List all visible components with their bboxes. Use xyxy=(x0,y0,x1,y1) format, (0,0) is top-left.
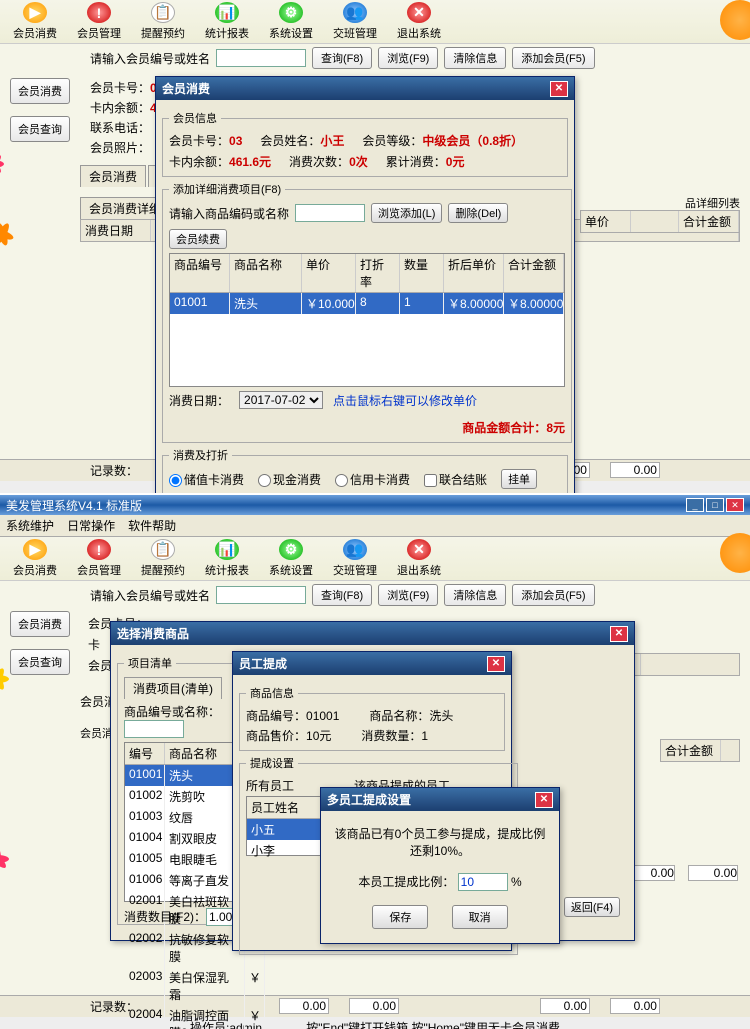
browse-button[interactable]: 浏览(F9) xyxy=(378,47,438,69)
gear-icon: ⚙ xyxy=(279,539,303,560)
pay-opt-cash[interactable]: 现金消费 xyxy=(258,471,321,488)
minimize-icon[interactable]: _ xyxy=(686,498,704,512)
chart-icon: 📊 xyxy=(215,539,239,560)
modal1-close-icon[interactable]: ✕ xyxy=(550,81,568,97)
prod-search-input[interactable] xyxy=(124,720,184,738)
main-toolbar2: ▶会员消费 !会员管理 📋提醒预约 📊统计报表 ⚙系统设置 👥交班管理 ✕退出系… xyxy=(0,537,750,581)
side-tab-query[interactable]: 会员查询 xyxy=(10,116,70,142)
side-tab-consume2[interactable]: 会员消费 xyxy=(10,611,70,637)
ratio-input[interactable] xyxy=(458,873,508,891)
hint-text: 点击鼠标右键可以修改单价 xyxy=(333,392,477,409)
date-select[interactable]: 2017-07-02 xyxy=(239,391,323,409)
add-legend: 添加详细消费项目(F8) xyxy=(169,181,285,197)
return-button[interactable]: 返回(F4) xyxy=(564,897,620,917)
clear-button2[interactable]: 清除信息 xyxy=(444,584,506,606)
member-legend: 会员信息 xyxy=(169,110,221,126)
prod-tab1[interactable]: 消费项目(清单) xyxy=(124,677,222,699)
window-close-icon[interactable]: ✕ xyxy=(726,498,744,512)
tb-member[interactable]: !会员管理 xyxy=(74,2,124,41)
tb2-member[interactable]: !会员管理 xyxy=(74,539,124,578)
renew-button[interactable]: 会员续费 xyxy=(169,229,227,249)
maximize-icon[interactable]: □ xyxy=(706,498,724,512)
right-grid-label: 品详细列表 xyxy=(685,195,740,211)
query-button[interactable]: 查询(F8) xyxy=(312,47,372,69)
tb2-remind[interactable]: 📋提醒预约 xyxy=(138,539,188,578)
add-item-input[interactable] xyxy=(295,204,365,222)
alert-icon: ! xyxy=(87,2,111,23)
note-icon: 📋 xyxy=(151,539,175,560)
users-icon: 👥 xyxy=(343,539,367,560)
search-input2[interactable] xyxy=(216,586,306,604)
cancel-button[interactable]: 取消 xyxy=(452,905,508,929)
add-item-label: 请输入商品编码或名称 xyxy=(169,205,289,222)
note-icon: 📋 xyxy=(151,2,175,23)
browse-add-button[interactable]: 浏览添加(L) xyxy=(371,203,442,223)
pay-legend: 消费及打折 xyxy=(169,447,232,463)
col-date: 消费日期 xyxy=(81,220,151,241)
pay-opt-card[interactable]: 储值卡消费 xyxy=(169,471,244,488)
tb2-exit[interactable]: ✕退出系统 xyxy=(394,539,444,578)
play-icon: ▶ xyxy=(23,539,47,560)
col-total: 合计金额 xyxy=(679,211,739,232)
modal4-msg: 该商品已有0个员工参与提成，提成比例还剩10%。 xyxy=(331,825,549,859)
main-toolbar: ▶会员消费 !会员管理 📋提醒预约 📊统计报表 ⚙系统设置 👥交班管理 ✕退出系… xyxy=(0,0,750,44)
alert-icon: ! xyxy=(87,539,111,560)
modal4-close-icon[interactable]: ✕ xyxy=(535,792,553,808)
tb2-settings[interactable]: ⚙系统设置 xyxy=(266,539,316,578)
menu-daily[interactable]: 日常操作 xyxy=(67,519,115,533)
col-price: 单价 xyxy=(581,211,631,232)
chart-icon: 📊 xyxy=(215,2,239,23)
add-member-button[interactable]: 添加会员(F5) xyxy=(512,47,594,69)
query-button2[interactable]: 查询(F8) xyxy=(312,584,372,606)
product-row[interactable]: 02004油脂调控面膜2￥ xyxy=(125,1005,265,1029)
play-icon: ▶ xyxy=(23,2,47,23)
save-button[interactable]: 保存 xyxy=(372,905,428,929)
close-icon: ✕ xyxy=(407,539,431,560)
pay-opt-credit[interactable]: 信用卡消费 xyxy=(335,471,410,488)
menu-help[interactable]: 软件帮助 xyxy=(128,519,176,533)
delete-button[interactable]: 删除(Del) xyxy=(448,203,508,223)
search-input[interactable] xyxy=(216,49,306,67)
menu-system[interactable]: 系统维护 xyxy=(6,519,54,533)
search-bar: 请输入会员编号或姓名 查询(F8) 浏览(F9) 清除信息 添加会员(F5) xyxy=(0,44,750,72)
tb-exit[interactable]: ✕退出系统 xyxy=(394,2,444,41)
modal1-title: 会员消费 xyxy=(162,80,210,97)
record-count-label: 记录数： xyxy=(90,464,138,478)
users-icon: 👥 xyxy=(343,2,367,23)
tab-consume[interactable]: 会员消费 xyxy=(80,165,146,187)
modal4-title: 多员工提成设置 xyxy=(327,791,411,808)
modal2-close-icon[interactable]: ✕ xyxy=(610,626,628,642)
tb2-report[interactable]: 📊统计报表 xyxy=(202,539,252,578)
tb2-consume[interactable]: ▶会员消费 xyxy=(10,539,60,578)
tb-settings[interactable]: ⚙系统设置 xyxy=(266,2,316,41)
window-title: 美发管理系统V4.1 标准版 xyxy=(6,497,142,514)
product-row[interactable]: 02003美白保湿乳霜￥ xyxy=(125,967,265,1005)
browse-button2[interactable]: 浏览(F9) xyxy=(378,584,438,606)
modal3-close-icon[interactable]: ✕ xyxy=(487,656,505,672)
joint-checkbox[interactable]: 联合结账 xyxy=(424,471,487,488)
modal3-title: 员工提成 xyxy=(239,655,287,672)
modal2-title: 选择消费商品 xyxy=(117,625,189,642)
tb-report[interactable]: 📊统计报表 xyxy=(202,2,252,41)
side-tab-query2[interactable]: 会员查询 xyxy=(10,649,70,675)
clear-button[interactable]: 清除信息 xyxy=(444,47,506,69)
sum4 xyxy=(610,462,660,478)
tb-consume[interactable]: ▶会员消费 xyxy=(10,2,60,41)
side-tab-consume[interactable]: 会员消费 xyxy=(10,78,70,104)
gear-icon: ⚙ xyxy=(279,2,303,23)
tb-shift[interactable]: 👥交班管理 xyxy=(330,2,380,41)
close-icon: ✕ xyxy=(407,2,431,23)
hang-button[interactable]: 挂单 xyxy=(501,469,537,489)
add-member-button2[interactable]: 添加会员(F5) xyxy=(512,584,594,606)
tb2-shift[interactable]: 👥交班管理 xyxy=(330,539,380,578)
tb-remind[interactable]: 📋提醒预约 xyxy=(138,2,188,41)
search-label: 请输入会员编号或姓名 xyxy=(90,50,210,67)
